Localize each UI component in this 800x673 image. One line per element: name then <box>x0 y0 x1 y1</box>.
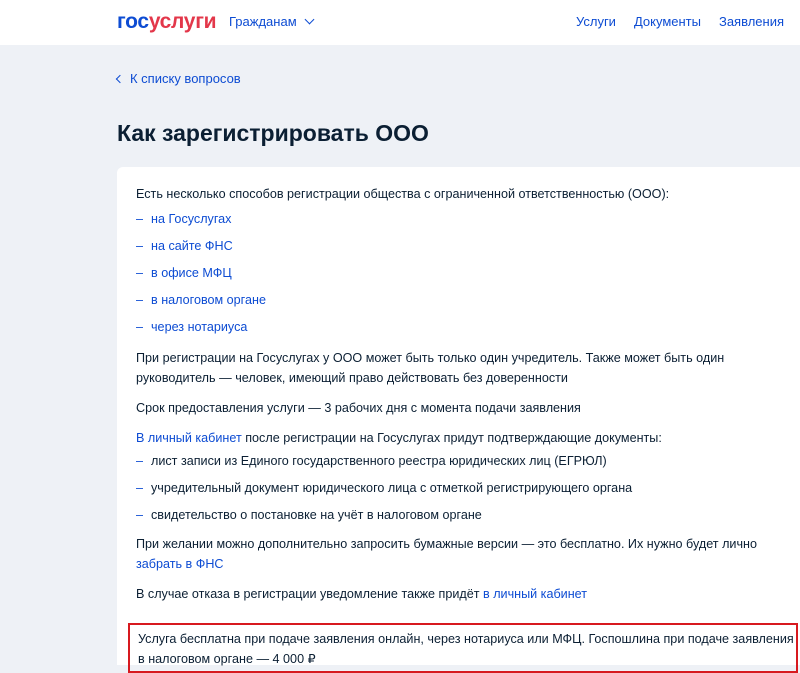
site-header: госуслуги Гражданам Услуги Документы Зая… <box>0 0 800 45</box>
documents-list: лист записи из Единого государственного … <box>136 448 786 529</box>
document-item: свидетельство о постановке на учёт в нал… <box>136 502 786 529</box>
paper-copies-text: При желании можно дополнительно запросит… <box>136 537 757 551</box>
chevron-left-icon <box>115 74 125 83</box>
logo-part-gos: гос <box>117 10 149 33</box>
answer-content: Есть несколько способов регистрации обще… <box>128 184 798 673</box>
document-item: лист записи из Единого государственного … <box>136 448 786 475</box>
intro-text: Есть несколько способов регистрации обще… <box>136 187 670 201</box>
refusal-text: В случае отказа в регистрации уведомлени… <box>136 587 483 601</box>
way-gosuslugi-link[interactable]: на Госуслугах <box>136 206 786 233</box>
way-tax-office-link[interactable]: в налоговом органе <box>136 287 786 314</box>
service-term: Срок предоставления услуги — 3 рабочих д… <box>136 401 581 415</box>
docs-intro-text: после регистрации на Госуслугах придут п… <box>241 431 662 445</box>
gosuslugi-logo[interactable]: госуслуги <box>117 10 217 34</box>
way-notary-link[interactable]: через нотариуса <box>136 314 786 341</box>
fee-line-2: в налоговом органе — 4 000 ₽ <box>138 652 316 666</box>
fee-line-1: Услуга бесплатна при подаче заявления он… <box>138 632 794 646</box>
founder-note: При регистрации на Госуслугах у ООО може… <box>136 351 725 385</box>
nav-link-applications[interactable]: Заявления <box>719 14 784 29</box>
answer-card: Есть несколько способов регистрации обще… <box>117 167 800 673</box>
fee-highlight-box: Услуга бесплатна при подаче заявления он… <box>128 623 798 673</box>
page-title: Как зарегистрировать ООО <box>117 120 429 146</box>
registration-ways-list: на Госуслугах на сайте ФНС в офисе МФЦ в… <box>136 206 786 341</box>
nav-link-services[interactable]: Услуги <box>576 14 616 29</box>
top-nav: Услуги Документы Заявления <box>576 14 784 29</box>
nav-link-documents[interactable]: Документы <box>634 14 701 29</box>
personal-account-link[interactable]: В личный кабинет <box>136 431 242 445</box>
citizen-menu-dropdown[interactable]: Гражданам <box>229 14 315 29</box>
chevron-down-icon <box>304 14 315 25</box>
way-mfc-link[interactable]: в офисе МФЦ <box>136 260 786 287</box>
paper-copies-note: При желании можно дополнительно запросит… <box>136 534 786 574</box>
citizen-menu-label: Гражданам <box>229 14 297 29</box>
back-link-label: К списку вопросов <box>130 71 241 86</box>
logo-part-uslugi: услуги <box>148 10 217 33</box>
pickup-fns-link[interactable]: забрать в ФНС <box>136 557 224 571</box>
refusal-note: В случае отказа в регистрации уведомлени… <box>136 584 786 604</box>
refusal-account-link[interactable]: в личный кабинет <box>483 587 587 601</box>
back-to-questions-link[interactable]: К списку вопросов <box>115 71 241 86</box>
document-item: учредительный документ юридического лица… <box>136 475 786 502</box>
docs-intro: В личный кабинет после регистрации на Го… <box>136 428 786 448</box>
way-fns-site-link[interactable]: на сайте ФНС <box>136 233 786 260</box>
